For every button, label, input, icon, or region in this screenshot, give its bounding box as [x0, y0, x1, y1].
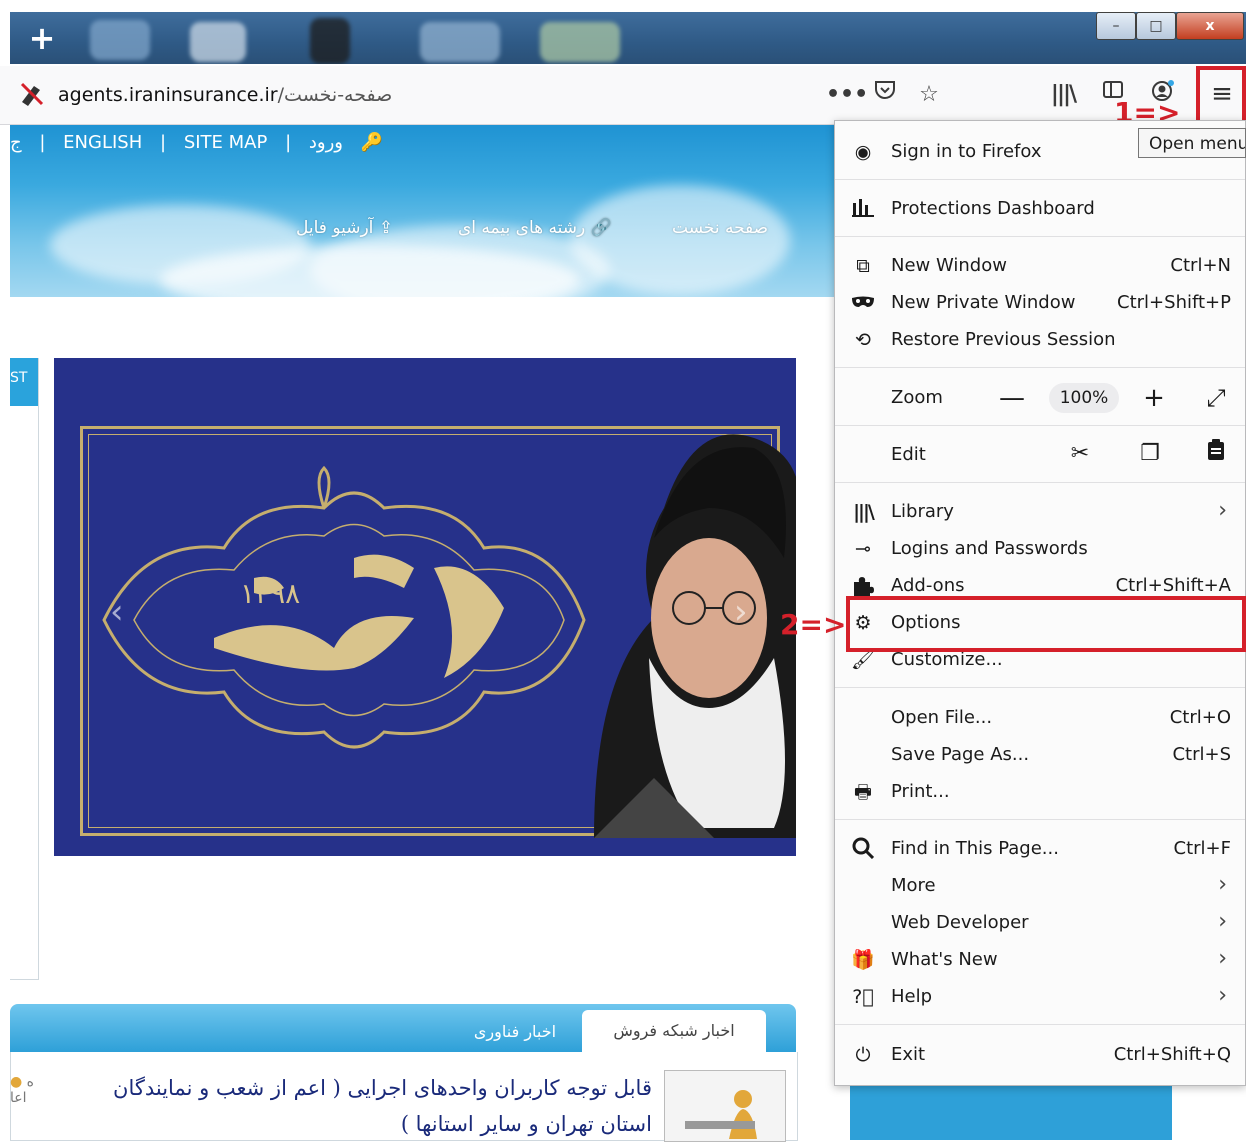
- annotation-box-options: [846, 596, 1246, 652]
- bar-chart-icon: [851, 197, 875, 221]
- banner-illustration: ۱۳۹۸ ‹ ›: [102, 434, 796, 838]
- menu-open-file[interactable]: Open File... Ctrl+O: [835, 699, 1245, 736]
- upload-icon: ⇪: [378, 218, 394, 238]
- menu-new-window[interactable]: ⧉ New Window Ctrl+N: [835, 247, 1245, 284]
- link-icon: 🔗: [590, 218, 612, 238]
- cut-button[interactable]: ✂: [1065, 439, 1095, 469]
- left-fragment: ● ه اعا: [10, 1074, 35, 1106]
- nav-home[interactable]: صفحه نخست: [672, 218, 768, 238]
- new-tab-button[interactable]: +: [10, 12, 74, 64]
- chevron-right-icon: ›: [1218, 909, 1227, 934]
- insecure-lock-icon[interactable]: [18, 80, 46, 108]
- paste-button[interactable]: [1201, 439, 1231, 470]
- gift-icon: 🎁: [851, 949, 875, 971]
- url-bar[interactable]: agents.iraninsurance.ir/صفحه-نخست: [58, 80, 758, 110]
- url-host: agents.iraninsurance.ir: [58, 84, 278, 106]
- maximize-button[interactable]: □: [1136, 12, 1176, 40]
- fullscreen-button[interactable]: ⤢: [1201, 383, 1231, 413]
- menu-save-page[interactable]: Save Page As... Ctrl+S: [835, 736, 1245, 773]
- bookmark-star-icon[interactable]: ☆: [912, 78, 946, 112]
- open-menu-tooltip: Open menu: [1138, 128, 1246, 158]
- page-actions-icon[interactable]: •••: [826, 78, 868, 112]
- nav-insurance-lines[interactable]: 🔗 رشته های بیمه ای: [458, 218, 612, 238]
- menu-restore-session[interactable]: ⟲ Restore Previous Session: [835, 321, 1245, 358]
- private-mask-icon: [851, 291, 875, 315]
- copy-icon: ❐: [1140, 441, 1160, 466]
- menu-web-developer[interactable]: Web Developer ›: [835, 904, 1245, 941]
- top-link-sitemap[interactable]: SITE MAP: [184, 132, 268, 153]
- top-link-login[interactable]: ورود: [309, 132, 343, 153]
- top-link-fragment[interactable]: ج: [10, 132, 22, 153]
- new-window-icon: ⧉: [856, 255, 870, 277]
- news-thumbnail[interactable]: [664, 1070, 786, 1142]
- tab-tech-news[interactable]: اخبار فناوری: [460, 1016, 570, 1048]
- close-window-button[interactable]: x: [1176, 12, 1244, 40]
- menu-protections-dashboard[interactable]: Protections Dashboard: [835, 190, 1245, 227]
- puzzle-piece-icon: [851, 574, 875, 598]
- zoom-out-button[interactable]: —: [997, 383, 1027, 413]
- menu-zoom-row: Zoom: [891, 387, 943, 408]
- chevron-right-icon: ›: [1218, 872, 1227, 897]
- menu-help[interactable]: ?⃝ Help ›: [835, 978, 1245, 1015]
- footer-strip: [850, 1086, 1172, 1140]
- menu-exit[interactable]: ⏻ Exit Ctrl+Shift+Q: [835, 1036, 1245, 1073]
- nav-file-archive[interactable]: ⇪ آرشیو فایل: [296, 218, 393, 238]
- menu-print[interactable]: 🖶 Print...: [835, 773, 1245, 810]
- site-top-links: ج | ENGLISH | SITE MAP | ورود 🔑: [10, 132, 384, 153]
- menu-library[interactable]: |||\ Library ›: [835, 493, 1245, 530]
- search-icon: [851, 837, 875, 861]
- key-icon: ⊸: [855, 538, 871, 560]
- chevron-right-icon: ›: [1218, 983, 1227, 1008]
- menu-logins-passwords[interactable]: ⊸ Logins and Passwords: [835, 530, 1245, 567]
- printer-icon: 🖶: [854, 781, 872, 803]
- side-tab[interactable]: ST: [10, 358, 38, 406]
- annotation-step2: 2=>: [780, 608, 847, 641]
- zoom-reset-button[interactable]: 100%: [1049, 383, 1119, 413]
- library-icon[interactable]: |||\: [1046, 78, 1080, 112]
- url-path: /صفحه-نخست: [277, 84, 393, 106]
- svg-text:۱۳۹۸: ۱۳۹۸: [240, 577, 300, 610]
- menu-find-in-page[interactable]: Find in This Page... Ctrl+F: [835, 830, 1245, 867]
- restore-session-icon: ⟲: [855, 329, 871, 351]
- svg-text:‹: ‹: [110, 592, 124, 632]
- banner-carousel[interactable]: ۱۳۹۸ ‹ ›: [54, 358, 796, 856]
- top-link-english[interactable]: ENGLISH: [63, 132, 142, 153]
- chevron-right-icon: ›: [1218, 946, 1227, 971]
- power-icon: ⏻: [855, 1044, 871, 1066]
- tab-sales-news[interactable]: اخبار شبکه فروش: [582, 1010, 766, 1052]
- account-icon: ◉: [854, 141, 872, 163]
- scissors-icon: ✂: [1070, 441, 1090, 466]
- copy-button[interactable]: ❐: [1135, 439, 1165, 469]
- minimize-button[interactable]: –: [1096, 12, 1136, 40]
- chevron-right-icon: ›: [1218, 498, 1227, 523]
- menu-whats-new[interactable]: 🎁 What's New ›: [835, 941, 1245, 978]
- key-icon: 🔑: [360, 132, 384, 153]
- svg-text:›: ›: [734, 592, 748, 632]
- menu-more[interactable]: More ›: [835, 867, 1245, 904]
- pocket-icon[interactable]: [868, 78, 902, 112]
- menu-edit-row: Edit: [891, 444, 926, 465]
- zoom-in-button[interactable]: +: [1139, 383, 1169, 413]
- news-headline[interactable]: قابل توجه کاربران واحدهای اجرایی ( اعم ا…: [92, 1070, 652, 1142]
- help-icon: ?⃝: [852, 986, 874, 1008]
- menu-new-private-window[interactable]: New Private Window Ctrl+Shift+P: [835, 284, 1245, 321]
- tab-strip[interactable]: [10, 12, 1246, 64]
- clipboard-icon: [1208, 439, 1224, 460]
- library-icon: |||\: [853, 501, 875, 523]
- side-panel: [10, 358, 39, 980]
